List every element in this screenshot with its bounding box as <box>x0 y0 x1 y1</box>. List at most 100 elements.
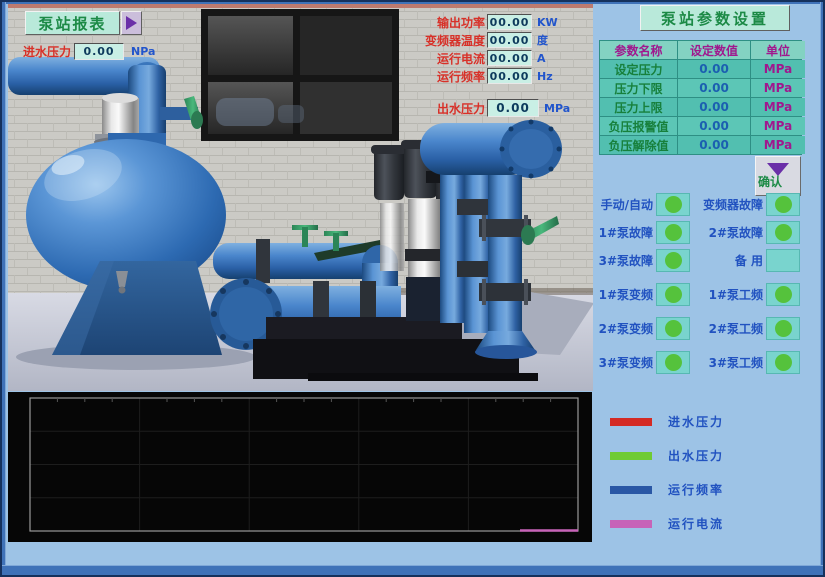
lamp-icon <box>665 224 682 241</box>
lamp-icon <box>665 196 682 213</box>
axis-ticks <box>57 398 550 402</box>
legend-label-run-frequency: 运行频率 <box>668 481 724 498</box>
param-value-neg-release[interactable]: 0.00 <box>678 136 750 154</box>
run-current-label: 运行电流 <box>421 50 485 67</box>
inlet-pressure-value: 0.00 <box>74 43 124 60</box>
output-readings: 输出功率 00.00 KW 变频器温度 00.00 度 运行电流 00.00 A… <box>421 14 563 86</box>
lamp-icon <box>775 286 792 303</box>
frame-top <box>2 2 823 4</box>
lamp-icon <box>665 286 682 303</box>
status-label-spare: 备 用 <box>690 252 763 269</box>
param-value-set-pressure[interactable]: 0.00 <box>678 60 750 78</box>
legend-swatch-red <box>610 418 652 426</box>
window <box>201 9 399 141</box>
param-unit-neg-alarm: MPa <box>751 117 805 135</box>
outlet-pressure-value: 0.00 <box>487 99 539 117</box>
outlet-pressure-row: 出水压力 0.00 MPa <box>421 99 570 117</box>
pump2-fault-indicator <box>766 221 800 244</box>
run-current-row: 运行电流 00.00 A <box>421 50 563 66</box>
param-unit-set-pressure: MPa <box>751 60 805 78</box>
lamp-icon <box>775 320 792 337</box>
legend-swatch-blue <box>610 486 652 494</box>
play-triangle-icon <box>126 16 137 30</box>
status-label-pump1-vfd: 1#泵变频 <box>595 286 653 303</box>
lamp-icon <box>665 320 682 337</box>
legend-swatch-magenta <box>610 520 652 528</box>
legend-label-inlet-pressure: 进水压力 <box>668 413 724 430</box>
outlet-pressure-label: 出水压力 <box>421 100 485 117</box>
param-value-pressure-low[interactable]: 0.00 <box>678 79 750 97</box>
status-row-1: 手动/自动 变频器故障 <box>595 193 800 216</box>
pump3-mains-indicator <box>766 351 800 374</box>
col-header-unit: 单位 <box>751 41 805 59</box>
report-button-label: 泵站报表 <box>38 13 106 34</box>
report-nav-button[interactable] <box>121 11 142 35</box>
vfd-temp-row: 变频器温度 00.00 度 <box>421 32 563 48</box>
param-name-neg-alarm: 负压报警值 <box>600 117 677 135</box>
run-frequency-label: 运行频率 <box>421 68 485 85</box>
output-power-value: 00.00 <box>487 14 532 30</box>
output-power-unit: KW <box>537 16 563 29</box>
param-name-pressure-high: 压力上限 <box>600 98 677 116</box>
pump1-fault-indicator <box>656 221 690 244</box>
pump1-vfd-indicator <box>656 283 690 306</box>
auto-manual-indicator[interactable] <box>656 193 690 216</box>
legend-label-outlet-pressure: 出水压力 <box>668 447 724 464</box>
status-row-2: 1#泵故障 2#泵故障 <box>595 221 800 244</box>
pump-station-hmi-screen: 泵站报表 进水压力 0.00 NPa 输出功率 00.00 KW 变频器温度 0… <box>0 0 825 577</box>
status-label-pump2-vfd: 2#泵变频 <box>595 320 653 337</box>
vfd-temp-unit: 度 <box>537 32 563 48</box>
lamp-icon <box>775 354 792 371</box>
inlet-pressure-label: 进水压力 <box>23 43 71 60</box>
col-header-name: 参数名称 <box>600 41 677 59</box>
status-label-pump1-fault: 1#泵故障 <box>595 224 653 241</box>
legend-label-run-current: 运行电流 <box>668 515 724 532</box>
parameter-table: 参数名称 设定数值 单位 设定压力 0.00 MPa 压力下限 0.00 MPa… <box>599 40 802 155</box>
status-label-pump2-fault: 2#泵故障 <box>690 224 763 241</box>
pump2-vfd-indicator <box>656 317 690 340</box>
status-row-4: 1#泵变频 1#泵工频 <box>595 283 800 306</box>
vfd-fault-indicator <box>766 193 800 216</box>
frame-left <box>2 2 6 575</box>
status-label-pump2-mains: 2#泵工频 <box>690 320 763 337</box>
legend-item-run-current: 运行电流 <box>610 515 724 532</box>
param-value-neg-alarm[interactable]: 0.00 <box>678 117 750 135</box>
outlet-pressure-unit: MPa <box>544 102 570 115</box>
frame-bottom <box>2 565 823 575</box>
status-label-pump3-mains: 3#泵工频 <box>690 354 763 371</box>
run-frequency-value: 00.00 <box>487 68 532 84</box>
spare-indicator <box>766 249 800 272</box>
status-row-6: 3#泵变频 3#泵工频 <box>595 351 800 374</box>
param-value-pressure-high[interactable]: 0.00 <box>678 98 750 116</box>
confirm-button[interactable]: 确认 <box>755 156 801 196</box>
trend-chart <box>8 392 592 542</box>
lamp-icon <box>665 354 682 371</box>
param-unit-neg-release: MPa <box>751 136 805 154</box>
lamp-icon <box>775 224 792 241</box>
pump-station-3d-view: 泵站报表 进水压力 0.00 NPa 输出功率 00.00 KW 变频器温度 0… <box>8 3 593 391</box>
legend-item-outlet-pressure: 出水压力 <box>610 447 724 464</box>
vfd-temp-value: 00.00 <box>487 32 532 48</box>
confirm-button-label: 确认 <box>758 173 782 190</box>
report-button[interactable]: 泵站报表 <box>25 11 120 35</box>
param-name-set-pressure: 设定压力 <box>600 60 677 78</box>
param-name-neg-release: 负压解除值 <box>600 136 677 154</box>
col-header-value: 设定数值 <box>678 41 750 59</box>
trend-chart-plot <box>8 392 592 542</box>
pump1-mains-indicator <box>766 283 800 306</box>
output-power-row: 输出功率 00.00 KW <box>421 14 563 30</box>
param-unit-pressure-low: MPa <box>751 79 805 97</box>
vfd-temp-label: 变频器温度 <box>421 32 485 49</box>
lamp-icon <box>665 252 682 269</box>
pump3-vfd-indicator <box>656 351 690 374</box>
inlet-pressure-unit: NPa <box>131 45 155 58</box>
run-frequency-unit: Hz <box>537 70 563 83</box>
settings-panel-title: 泵站参数设置 <box>640 5 790 31</box>
frame-right <box>820 2 823 575</box>
status-row-3: 3#泵故障 备 用 <box>595 249 800 272</box>
lamp-icon <box>775 196 792 213</box>
inlet-pressure-row: 进水压力 0.00 NPa <box>23 43 155 60</box>
status-label-pump3-fault: 3#泵故障 <box>595 252 653 269</box>
status-label-pump1-mains: 1#泵工频 <box>690 286 763 303</box>
report-button-group: 泵站报表 <box>25 11 142 35</box>
